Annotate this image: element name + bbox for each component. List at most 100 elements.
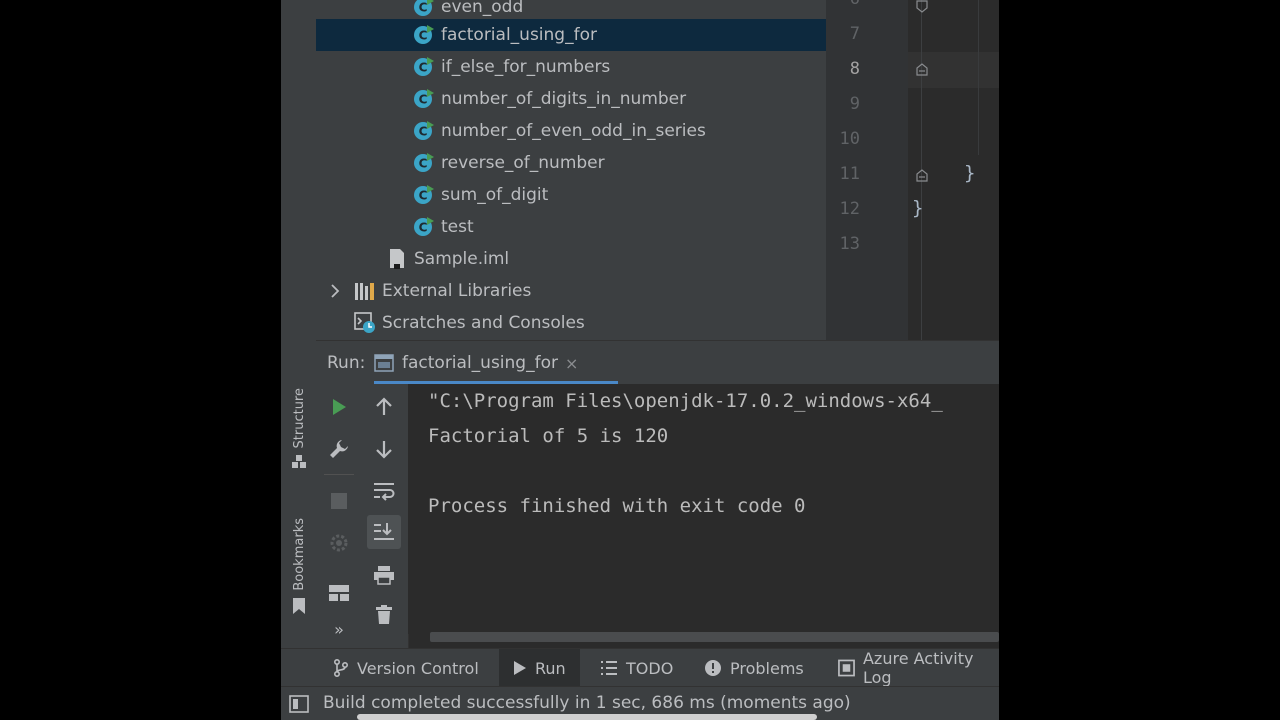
scroll-to-end-icon (374, 523, 394, 540)
svg-text:C: C (419, 221, 428, 235)
info-icon (705, 660, 721, 676)
class-icon: C (414, 185, 434, 204)
library-icon (355, 283, 374, 300)
tree-item-label: Scratches and Consoles (382, 313, 585, 333)
closing-brace: } (912, 197, 924, 219)
soft-wrap-button[interactable] (367, 474, 401, 508)
run-header: Run: factorial_using_for × (316, 340, 999, 385)
close-tab-icon[interactable]: × (565, 354, 578, 373)
horizontal-scrollbar[interactable] (430, 632, 999, 642)
class-icon: C (414, 89, 434, 108)
fold-marker-icon[interactable] (915, 0, 929, 14)
class-icon: C (414, 57, 434, 76)
console-line: Process finished with exit code 0 (428, 495, 806, 517)
closing-brace: } (964, 162, 976, 184)
tab-problems[interactable]: Problems (704, 649, 804, 687)
more-icon: » (334, 619, 344, 639)
line-number: 12 (839, 199, 860, 219)
run-tool-window: Run: factorial_using_for × » "C:\Program… (316, 340, 999, 648)
tree-item[interactable]: Creverse_of_number (316, 147, 826, 179)
tab-azure-activity-log[interactable]: Azure Activity Log (838, 649, 999, 687)
run-toolbar-secondary (361, 384, 409, 648)
tree-item[interactable]: Cnumber_of_even_odd_in_series (316, 115, 826, 147)
tree-item-label: test (441, 217, 474, 237)
tree-item[interactable]: Cfactorial_using_for (316, 19, 826, 51)
scroll-down-button[interactable] (367, 432, 401, 466)
toggle-tool-windows-icon[interactable] (289, 695, 309, 713)
bookmark-icon (293, 597, 305, 614)
line-number: 7 (849, 24, 860, 44)
layout-button[interactable] (322, 576, 356, 610)
tree-item-label: number_of_digits_in_number (441, 89, 687, 109)
tab-run[interactable]: Run (499, 649, 580, 687)
toolbar-separator (324, 474, 354, 475)
branch-icon (334, 659, 349, 677)
tab-label: Version Control (357, 658, 479, 678)
class-icon: C (414, 121, 434, 140)
tree-item[interactable]: Ctest (316, 211, 826, 243)
log-icon (838, 659, 855, 677)
tree-item[interactable]: Cif_else_for_numbers (316, 51, 826, 83)
console-line: Factorial of 5 is 120 (428, 425, 669, 447)
tab-label: Run (535, 658, 566, 678)
bottom-tool-tabs: Version Control Run TODO Problems Azure … (281, 648, 999, 687)
scroll-up-button[interactable] (367, 390, 401, 424)
class-icon: C (414, 153, 434, 172)
indent-guide (978, 0, 979, 155)
print-button[interactable] (367, 558, 401, 592)
debug-disabled-button[interactable] (322, 526, 356, 560)
tree-item[interactable]: Sample.iml (316, 243, 826, 275)
tab-label: TODO (626, 658, 674, 678)
tree-item[interactable]: Scratches and Consoles (316, 307, 826, 339)
run-title: Run: (327, 353, 366, 373)
clear-all-button[interactable] (367, 598, 401, 632)
svg-text:C: C (419, 189, 428, 203)
tree-item[interactable]: Cnumber_of_digits_in_number (316, 83, 826, 115)
console-output[interactable]: "C:\Program Files\openjdk-17.0.2_windows… (408, 384, 999, 634)
tree-item-label: sum_of_digit (441, 185, 549, 205)
tree-item[interactable]: Csum_of_digit (316, 179, 826, 211)
line-number: 9 (849, 94, 860, 114)
ide-window: Structure Bookmarks Ceven_odd Cfactorial_… (281, 0, 999, 720)
wrench-icon (330, 440, 348, 458)
soft-wrap-icon (374, 483, 395, 501)
scroll-to-end-button[interactable] (367, 515, 401, 549)
structure-tab-label: Structure (291, 388, 307, 449)
more-actions-button[interactable]: » (322, 616, 356, 642)
tab-version-control[interactable]: Version Control (333, 649, 479, 687)
status-scroll-indicator (357, 714, 817, 720)
fold-marker-icon[interactable] (915, 168, 929, 182)
tree-item-label: Sample.iml (414, 249, 510, 269)
code-editor[interactable]: 6 7 8 9 10 11 12 13 } } (826, 0, 999, 340)
rerun-button[interactable] (322, 390, 356, 424)
tab-todo[interactable]: TODO (600, 649, 673, 687)
bookmarks-tab[interactable]: Bookmarks (284, 518, 314, 615)
edit-configuration-button[interactable] (322, 432, 356, 466)
structure-icon (292, 455, 306, 469)
class-icon: C (414, 25, 434, 44)
layout-icon (329, 585, 349, 601)
play-icon (333, 399, 346, 415)
svg-text:C: C (419, 1, 428, 15)
line-number: 6 (826, 0, 860, 9)
stop-button[interactable] (322, 484, 356, 518)
play-icon (514, 661, 526, 675)
left-tool-strip: Structure Bookmarks (281, 0, 317, 648)
run-config-tab[interactable]: factorial_using_for × (374, 341, 618, 385)
class-icon: C (414, 0, 434, 16)
fold-marker-icon[interactable] (915, 62, 929, 76)
scratches-icon (354, 312, 375, 333)
tree-item-label: even_odd (441, 0, 524, 17)
chevron-right-icon[interactable] (328, 284, 342, 298)
line-number: 13 (839, 234, 860, 254)
structure-tab[interactable]: Structure (284, 388, 314, 470)
svg-text:C: C (419, 61, 428, 75)
run-config-tab-label: factorial_using_for (402, 353, 558, 373)
status-message: Build completed successfully in 1 sec, 6… (323, 693, 851, 713)
line-number: 8 (849, 59, 860, 79)
file-icon (390, 249, 404, 269)
editor-gutter: 6 7 8 9 10 11 12 13 (826, 0, 908, 340)
tree-item[interactable]: External Libraries (316, 275, 826, 307)
bookmarks-tab-label: Bookmarks (291, 518, 307, 591)
stop-icon (331, 493, 347, 509)
